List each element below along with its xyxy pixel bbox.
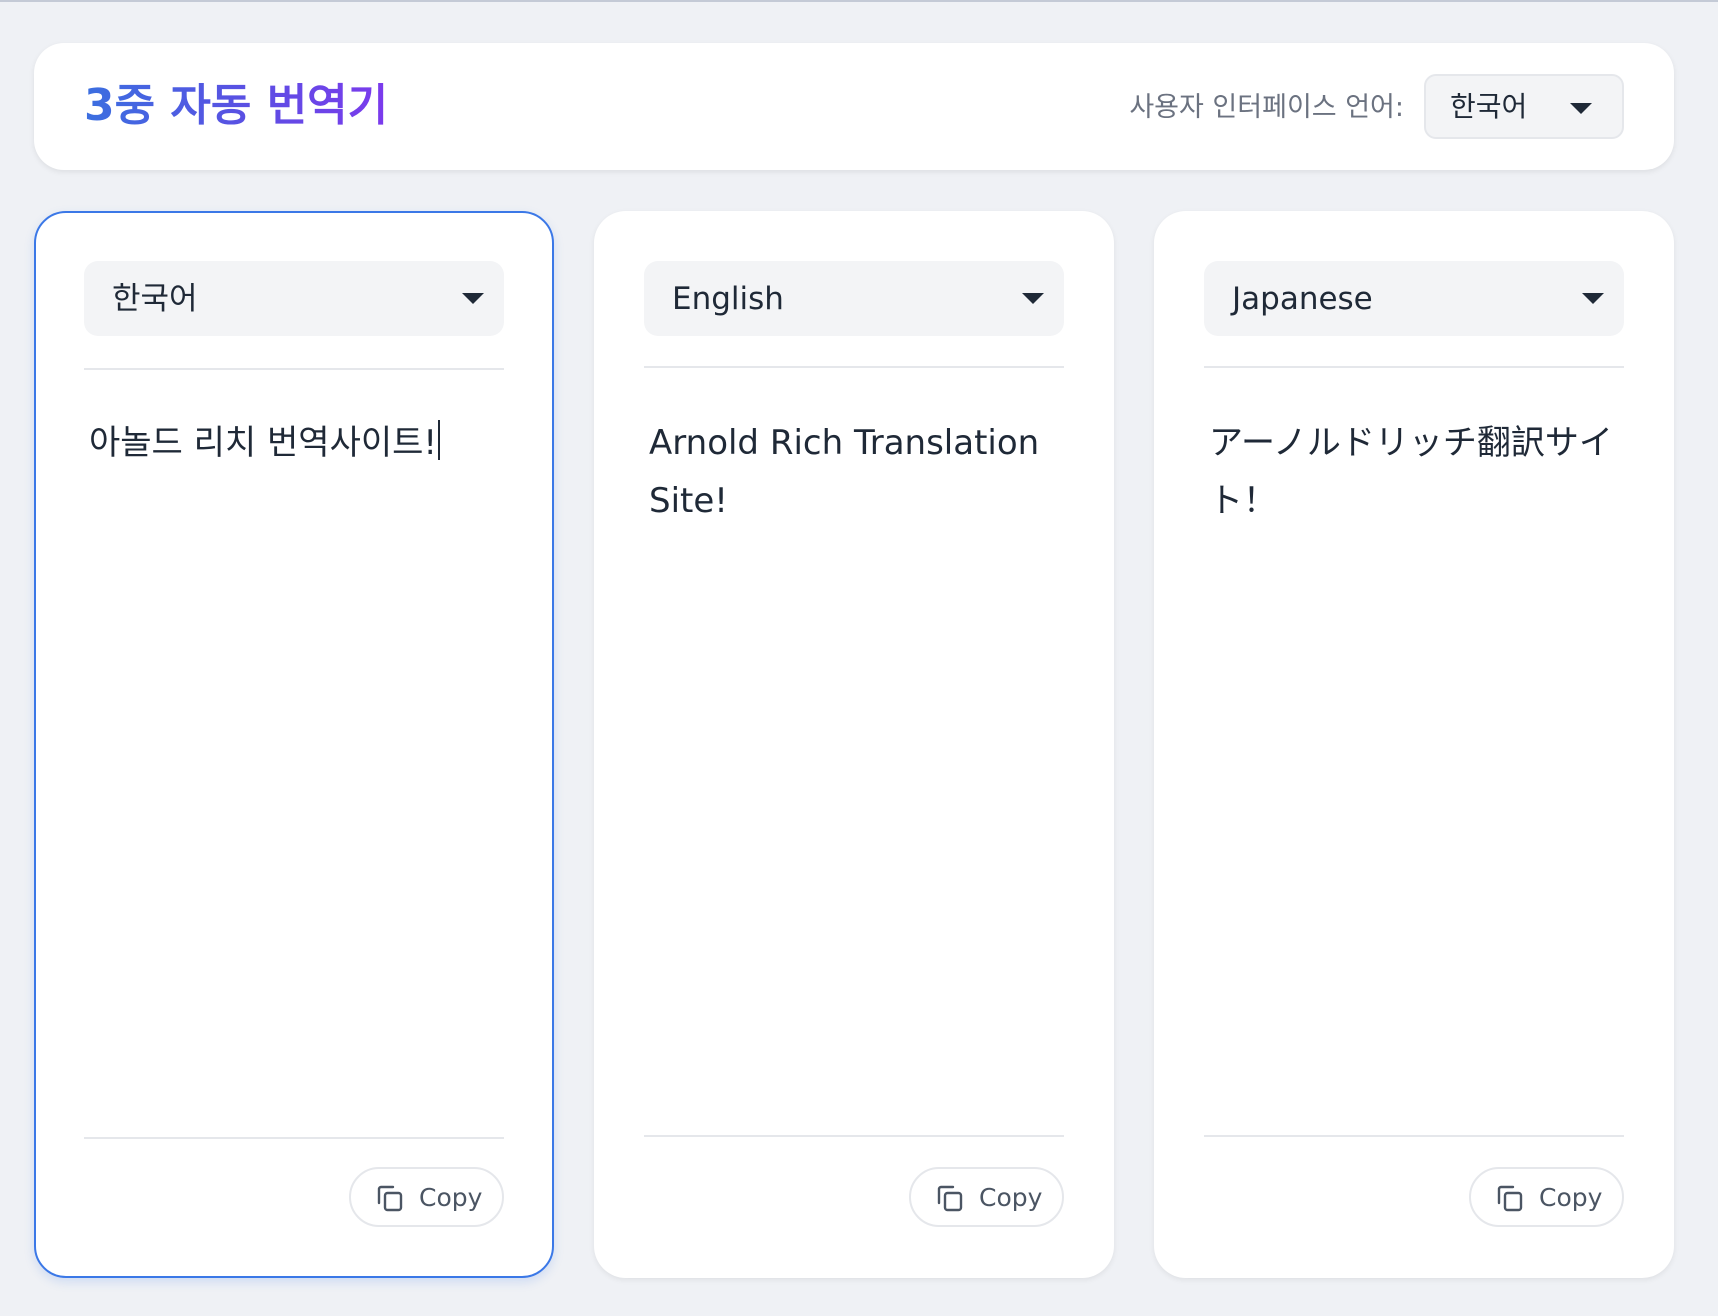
source-text-input[interactable]: 아놀드 리치 번역사이트! [89, 414, 499, 472]
divider [1204, 1135, 1624, 1137]
divider [644, 366, 1064, 368]
copy-icon [937, 1185, 963, 1212]
ui-language-label: 사용자 인터페이스 언어: [1129, 92, 1404, 123]
chevron-down-icon [462, 293, 484, 304]
ui-language-select[interactable]: 한국어 [1424, 74, 1624, 139]
text-cursor [438, 420, 441, 460]
source-text: 아놀드 리치 번역사이트! [89, 423, 438, 463]
divider [84, 1137, 504, 1139]
app-title: 3중 자동 번역기 [84, 76, 388, 136]
translated-text-1: Arnold Rich Translation Site! [649, 423, 1040, 521]
english-panel: English Arnold Rich Translation Site! Co… [594, 211, 1114, 1278]
copy-button[interactable]: Copy [909, 1167, 1064, 1227]
target-language-select-1[interactable]: English [644, 261, 1064, 336]
source-language-select[interactable]: 한국어 [84, 261, 504, 336]
source-panel: 한국어 아놀드 리치 번역사이트! Copy [34, 211, 554, 1278]
chevron-down-icon [1570, 103, 1592, 114]
source-language-value: 한국어 [112, 281, 198, 317]
copy-label: Copy [979, 1183, 1043, 1212]
copy-icon [1497, 1185, 1523, 1212]
chevron-down-icon [1582, 293, 1604, 304]
divider [84, 368, 504, 370]
copy-icon [377, 1185, 403, 1212]
copy-label: Copy [419, 1183, 483, 1212]
copy-button[interactable]: Copy [349, 1167, 504, 1227]
divider [644, 1135, 1064, 1137]
target-language-value-1: English [672, 281, 784, 317]
copy-button[interactable]: Copy [1469, 1167, 1624, 1227]
ui-language-value: 한국어 [1450, 90, 1528, 123]
target-language-value-2: Japanese [1232, 281, 1373, 317]
target-language-select-2[interactable]: Japanese [1204, 261, 1624, 336]
copy-label: Copy [1539, 1183, 1603, 1212]
translated-text-2: アーノルドリッチ翻訳サイト！ [1209, 423, 1613, 521]
chevron-down-icon [1022, 293, 1044, 304]
divider [1204, 366, 1624, 368]
app-header: 3중 자동 번역기 사용자 인터페이스 언어: 한국어 [34, 43, 1674, 170]
japanese-panel: Japanese アーノルドリッチ翻訳サイト！ Copy [1154, 211, 1674, 1278]
